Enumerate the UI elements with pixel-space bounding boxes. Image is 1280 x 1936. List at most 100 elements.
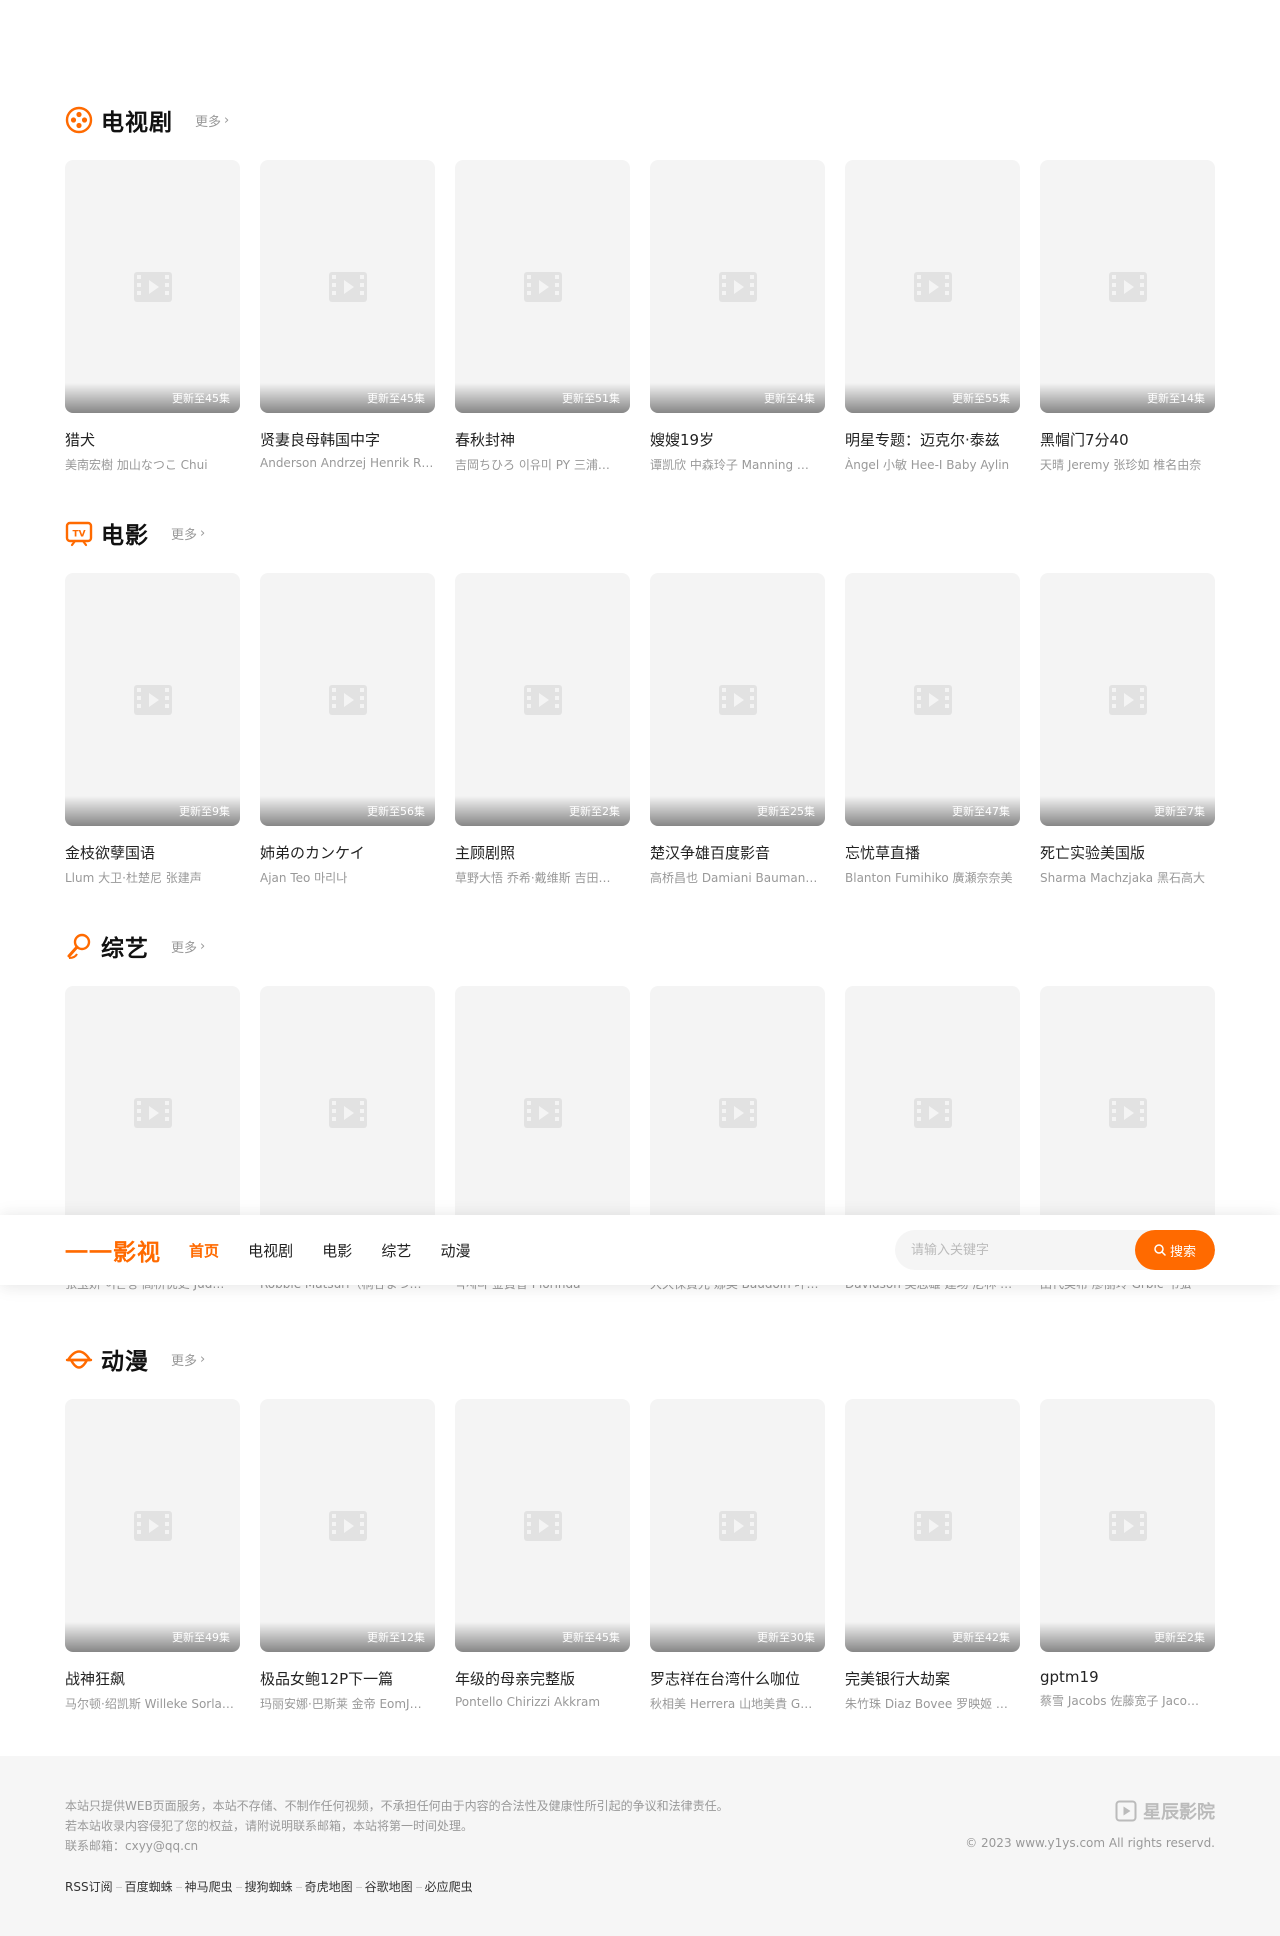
poster-thumbnail[interactable]: 更新至45集 (65, 160, 240, 413)
section-header: 综艺 更多 › (65, 926, 1215, 966)
card-grid: 更新至9集 金枝欲孽国语 Llum 大卫·杜楚尼 张建声 更新至56集 姉弟のカンケイ A… (65, 573, 1215, 886)
media-card[interactable]: 更新至45集贤妻良母韩国中字 Anderson Andrzej Henrik R… (260, 160, 435, 473)
media-card[interactable]: 更新至7集 死亡实验美国版 Sharma Machzjaka 黑石高大 (1040, 573, 1215, 886)
card-title[interactable]: 主顾剧照 (455, 842, 630, 863)
poster-thumbnail[interactable] (1040, 986, 1215, 1239)
poster-thumbnail[interactable]: 更新至2集 (1040, 1399, 1215, 1652)
card-title[interactable]: 猎犬 (65, 429, 240, 450)
top-nav-bar: 一一影视 首页 电视剧 电影 综艺 动漫 搜索 (0, 1215, 1280, 1285)
media-card[interactable]: 更新至25集楚汉争雄百度影音高桥昌也 Damiani Bauman… (650, 573, 825, 886)
card-title[interactable]: 金枝欲孽国语 (65, 842, 240, 863)
card-title[interactable]: 完美银行大劫案 (845, 1668, 1020, 1689)
search-button[interactable]: 搜索 (1135, 1230, 1215, 1270)
nav-variety[interactable]: 综艺 (381, 1240, 411, 1261)
nav-anime[interactable]: 动漫 (440, 1240, 470, 1261)
section-header: 电视剧 更多 › (65, 100, 1215, 140)
video-placeholder-icon (717, 679, 759, 721)
card-title[interactable]: 嫂嫂19岁 (650, 429, 825, 450)
card-cast: Anderson Andrzej Henrik R… (260, 456, 434, 470)
media-card[interactable]: 更新至49集 战神狂飙 马尔顿·绍凯斯 Willeke Sorla… (65, 1399, 240, 1712)
card-cast: Ajan Teo 마리나 (260, 871, 348, 885)
poster-thumbnail[interactable]: 更新至12集 (260, 1399, 435, 1652)
link-google[interactable]: 谷歌地图 (365, 1880, 413, 1894)
media-card[interactable]: 更新至9集 金枝欲孽国语 Llum 大卫·杜楚尼 张建声 (65, 573, 240, 886)
poster-thumbnail[interactable]: 更新至56集 (260, 573, 435, 826)
media-card[interactable]: 更新至55集 明星专题：迈克尔·泰兹 Àngel 小敏 Hee-I Baby Ayl… (845, 160, 1020, 473)
poster-thumbnail[interactable]: 更新至55集 (845, 160, 1020, 413)
card-title[interactable]: 春秋封神 (455, 429, 630, 450)
link-sogou[interactable]: 搜狗蜘蛛 (245, 1880, 293, 1894)
poster-thumbnail[interactable]: 更新至42集 (845, 1399, 1020, 1652)
video-placeholder-icon (717, 1505, 759, 1547)
poster-thumbnail[interactable] (455, 986, 630, 1239)
media-card[interactable]: 更新至30集 罗志祥在台湾什么咖位 秋相美 Herrera 山地美貴 G… (650, 1399, 825, 1712)
nav-movies[interactable]: 电影 (322, 1240, 352, 1261)
media-card[interactable]: 更新至45集 年级的母亲完整版 Pontello Chirizzi Akkram (455, 1399, 630, 1712)
media-card[interactable]: 更新至56集姉弟のカンケイ Ajan Teo 마리나 (260, 573, 435, 886)
poster-thumbnail[interactable]: 更新至47集 (845, 573, 1020, 826)
poster-thumbnail[interactable]: 更新至7集 (1040, 573, 1215, 826)
card-title[interactable]: gptm19 (1040, 1668, 1215, 1686)
card-title[interactable]: 死亡实验美国版 (1040, 842, 1215, 863)
poster-thumbnail[interactable]: 更新至25集 (650, 573, 825, 826)
media-card[interactable]: 更新至2集 主顾剧照 草野大悟 乔希·戴维斯 吉田… (455, 573, 630, 886)
poster-thumbnail[interactable]: 更新至51集 (455, 160, 630, 413)
more-link[interactable]: 更多 › (171, 524, 205, 543)
card-title[interactable]: 明星专题：迈克尔·泰兹 (845, 429, 1020, 450)
media-card[interactable]: 更新至47集 忘忧草直播 Blanton Fumihiko 廣瀬奈奈美 (845, 573, 1020, 886)
link-bing[interactable]: 必应爬虫 (425, 1880, 473, 1894)
poster-thumbnail[interactable]: 更新至4集 (650, 160, 825, 413)
poster-thumbnail[interactable]: 更新至2集 (455, 573, 630, 826)
card-cast: 高桥昌也 Damiani Bauman… (650, 871, 818, 885)
link-qihoo[interactable]: 奇虎地图 (305, 1880, 353, 1894)
section-title: 动漫 (101, 1349, 149, 1375)
more-link[interactable]: 更多 › (171, 1350, 205, 1369)
poster-thumbnail[interactable] (650, 986, 825, 1239)
poster-thumbnail[interactable]: 更新至45集 (260, 160, 435, 413)
link-shenma[interactable]: 神马爬虫 (185, 1880, 233, 1894)
card-grid: 更新至49集 战神狂飙 马尔顿·绍凯斯 Willeke Sorla… 更新至12集 极品… (65, 1399, 1215, 1712)
section-title: 综艺 (101, 936, 149, 962)
episode-badge: 更新至45集 (172, 392, 230, 405)
video-placeholder-icon (717, 266, 759, 308)
media-card[interactable]: 更新至14集黑帽门7分40 天晴 Jeremy 张珍如 椎名由奈 (1040, 160, 1215, 473)
media-card[interactable]: 更新至45集 猎犬 美南宏樹 加山なつこ Chui (65, 160, 240, 473)
card-title[interactable]: 罗志祥在台湾什么咖位 (650, 1668, 825, 1689)
poster-thumbnail[interactable]: 更新至45集 (455, 1399, 630, 1652)
more-link[interactable]: 更多 › (195, 111, 229, 130)
link-baidu[interactable]: 百度蜘蛛 (125, 1880, 173, 1894)
poster-thumbnail[interactable]: 更新至49集 (65, 1399, 240, 1652)
card-cast: 朱竹珠 Diaz Bovee 罗映姬 … (845, 1697, 1008, 1711)
media-card[interactable]: 更新至42集完美银行大劫案朱竹珠 Diaz Bovee 罗映姬 … (845, 1399, 1020, 1712)
nav-home[interactable]: 首页 (189, 1240, 219, 1261)
media-card[interactable]: 更新至51集 春秋封神 吉岡ちひろ 이유미 PY 三浦… (455, 160, 630, 473)
card-title[interactable]: 极品女鲍12P下一篇 (260, 1668, 435, 1689)
poster-thumbnail[interactable]: 更新至30集 (650, 1399, 825, 1652)
search-button-label: 搜索 (1169, 1244, 1196, 1260)
poster-thumbnail[interactable]: 更新至14集 (1040, 160, 1215, 413)
media-card[interactable]: 更新至2集 gptm19 蔡雪 Jacobs 佐藤宽子 Jaco… (1040, 1399, 1215, 1712)
card-title[interactable]: 黑帽门7分40 (1040, 429, 1215, 450)
media-card[interactable]: 更新至4集 嫂嫂19岁 谭凯欣 中森玲子 Manning … (650, 160, 825, 473)
more-link[interactable]: 更多 › (171, 937, 205, 956)
poster-thumbnail[interactable] (845, 986, 1020, 1239)
video-placeholder-icon (132, 266, 174, 308)
episode-badge: 更新至12集 (367, 1631, 425, 1644)
nav-tv-series[interactable]: 电视剧 (248, 1240, 293, 1261)
card-title[interactable]: 战神狂飙 (65, 1668, 240, 1689)
card-title[interactable]: 年级的母亲完整版 (455, 1668, 630, 1689)
microphone-icon (65, 932, 93, 960)
search-input[interactable] (895, 1230, 1135, 1270)
more-label: 更多 (171, 527, 198, 543)
card-title[interactable]: 忘忧草直播 (845, 842, 1020, 863)
card-title[interactable]: 楚汉争雄百度影音 (650, 842, 825, 863)
card-title[interactable]: 姉弟のカンケイ (260, 842, 435, 863)
poster-thumbnail[interactable]: 更新至9集 (65, 573, 240, 826)
media-card[interactable]: 更新至12集 极品女鲍12P下一篇 玛丽安娜·巴斯莱 金帝 EomJ… (260, 1399, 435, 1712)
card-title[interactable]: 贤妻良母韩国中字 (260, 429, 435, 450)
link-rss[interactable]: RSS订阅 (65, 1880, 113, 1894)
poster-thumbnail[interactable] (65, 986, 240, 1239)
card-cast: 天晴 Jeremy 张珍如 椎名由奈 (1040, 458, 1202, 472)
site-logo[interactable]: 一一影视 (65, 1233, 161, 1267)
poster-thumbnail[interactable] (260, 986, 435, 1239)
